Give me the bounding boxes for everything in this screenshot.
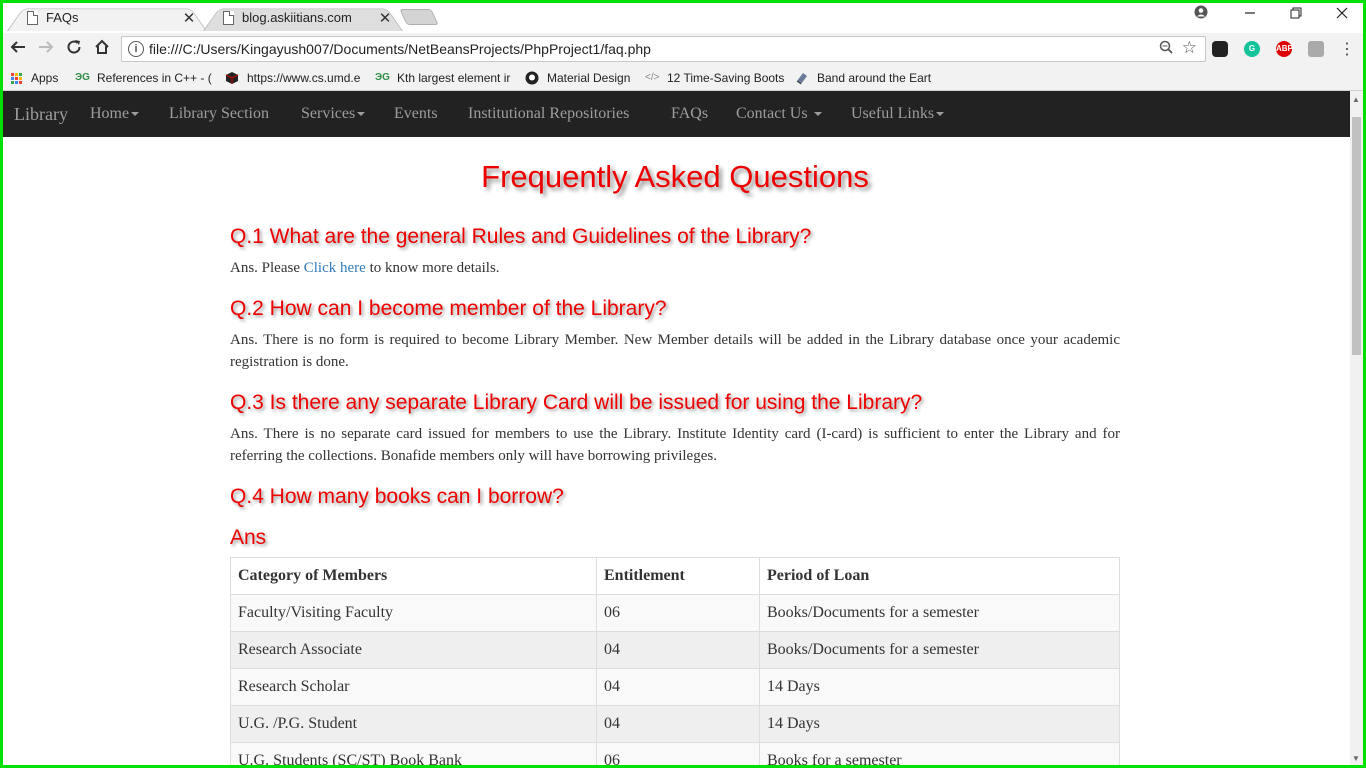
home-button[interactable]: [89, 37, 115, 61]
close-tab-icon[interactable]: ✕: [177, 9, 201, 27]
back-button[interactable]: [5, 37, 31, 61]
nav-useful-links[interactable]: Useful Links: [851, 105, 945, 123]
bookmark-star-icon[interactable]: ☆: [1182, 38, 1197, 58]
address-text[interactable]: file:///C:/Users/Kingayush007/Documents/…: [149, 41, 651, 57]
nav-faqs[interactable]: FAQs: [671, 105, 708, 123]
extension-icon[interactable]: [1308, 41, 1324, 57]
answer-1: Ans. Please Click here to know more deta…: [230, 260, 500, 276]
github-icon: [525, 71, 539, 85]
table-cell: 06: [596, 594, 760, 632]
grammarly-icon[interactable]: G: [1244, 41, 1260, 57]
table-cell: Books/Documents for a semester: [759, 631, 1120, 669]
tab-faqs[interactable]: FAQs ✕: [7, 4, 207, 32]
nav-library-section[interactable]: Library Section: [169, 105, 269, 123]
bookmark-item[interactable]: </> 12 Time-Saving Boots: [645, 71, 784, 85]
table-cell: Research Associate: [230, 631, 597, 669]
bookmark-apps[interactable]: Apps: [11, 71, 58, 85]
window-close-button[interactable]: [1319, 3, 1363, 29]
scroll-up-icon[interactable]: ▲: [1352, 95, 1360, 104]
nav-services[interactable]: Services: [301, 105, 366, 123]
table-cell: 04: [596, 668, 760, 706]
caret-down-icon: [131, 112, 140, 117]
gfg-icon: ЭG: [75, 72, 90, 83]
tab-blog[interactable]: blog.askiitians.com ✕: [203, 4, 403, 32]
cube-icon: [225, 71, 239, 85]
page-title: Frequently Asked Questions: [481, 159, 869, 194]
info-icon[interactable]: i: [128, 41, 144, 57]
answer-2: Ans. There is no form is required to bec…: [230, 332, 1120, 370]
tab-strip: FAQs ✕ blog.askiitians.com ✕: [3, 3, 1363, 33]
table-row: U.G. Students (SC/ST) Book Bank 06 Books…: [230, 742, 1120, 765]
bookmark-item[interactable]: ЭG Kth largest element ir: [375, 71, 510, 85]
scrollbar-thumb[interactable]: [1352, 117, 1361, 355]
reload-button[interactable]: [61, 37, 87, 61]
caret-down-icon: [357, 112, 366, 117]
table-cell: Books for a semester: [759, 742, 1120, 765]
browser-toolbar: i file:///C:/Users/Kingayush007/Document…: [3, 33, 1363, 65]
profile-icon[interactable]: [1178, 3, 1224, 29]
browser-window: FAQs ✕ blog.askiitians.com ✕ i file:///C…: [3, 3, 1363, 765]
table-cell: 04: [596, 631, 760, 669]
new-tab-button[interactable]: [399, 9, 439, 25]
table-cell: Books/Documents for a semester: [759, 594, 1120, 632]
answer-4-heading: Ans: [230, 526, 267, 549]
scroll-down-icon[interactable]: ▼: [1352, 754, 1360, 763]
nav-contact-us[interactable]: Contact Us: [736, 105, 822, 123]
restore-button[interactable]: [1273, 3, 1319, 29]
page-icon: [27, 10, 38, 25]
extension-icon[interactable]: [1212, 41, 1228, 57]
question-4: Q.4 How many books can I borrow?: [230, 485, 564, 508]
table-row: Research Scholar 04 14 Days: [230, 668, 1120, 706]
nav-home[interactable]: Home: [90, 105, 140, 123]
bookmark-item[interactable]: https://www.cs.umd.e: [225, 71, 360, 85]
book-icon: [795, 71, 809, 85]
zoom-icon[interactable]: [1159, 40, 1173, 57]
forward-button[interactable]: [33, 37, 59, 61]
question-1: Q.1 What are the general Rules and Guide…: [230, 225, 812, 248]
table-cell: Faculty/Visiting Faculty: [230, 594, 597, 632]
loan-table: Category of Members Entitlement Period o…: [230, 557, 1120, 765]
column-header: Entitlement: [596, 557, 760, 595]
page-icon: [223, 10, 234, 25]
caret-down-icon: [813, 112, 822, 117]
bookmarks-bar: Apps ЭG References in C++ - ( https://ww…: [3, 65, 1363, 91]
table-cell: 14 Days: [759, 705, 1120, 743]
table-cell: 06: [596, 742, 760, 765]
caret-down-icon: [936, 112, 945, 117]
adblock-icon[interactable]: ABP: [1276, 41, 1293, 57]
table-cell: U.G. /P.G. Student: [230, 705, 597, 743]
answer-3: Ans. There is no separate card issued fo…: [230, 426, 1120, 464]
bookmark-item[interactable]: Band around the Eart: [795, 71, 931, 85]
table-cell: U.G. Students (SC/ST) Book Bank: [230, 742, 597, 765]
tab-title: blog.askiitians.com: [242, 10, 352, 25]
bookmark-item[interactable]: ЭG References in C++ - (: [75, 71, 212, 85]
column-header: Category of Members: [230, 557, 597, 595]
navbar-brand[interactable]: Library: [14, 104, 68, 125]
table-cell: 14 Days: [759, 668, 1120, 706]
rules-link[interactable]: Click here: [304, 260, 366, 276]
question-2: Q.2 How can I become member of the Libra…: [230, 297, 667, 320]
nav-institutional-repositories[interactable]: Institutional Repositories: [468, 105, 629, 123]
site-navbar: Library Home Library Section Services Ev…: [3, 91, 1350, 137]
table-cell: 04: [596, 705, 760, 743]
table-row: Faculty/Visiting Faculty 06 Books/Docume…: [230, 594, 1120, 632]
nav-events[interactable]: Events: [394, 105, 438, 123]
tab-title: FAQs: [46, 10, 79, 25]
question-3: Q.3 Is there any separate Library Card w…: [230, 391, 923, 414]
table-row: U.G. /P.G. Student 04 14 Days: [230, 705, 1120, 743]
menu-icon[interactable]: ⋮: [1339, 39, 1355, 59]
bookmark-item[interactable]: Material Design: [525, 71, 630, 85]
table-cell: Research Scholar: [230, 668, 597, 706]
table-header-row: Category of Members Entitlement Period o…: [230, 557, 1120, 595]
code-icon: </>: [645, 72, 660, 83]
column-header: Period of Loan: [759, 557, 1120, 595]
address-bar[interactable]: i file:///C:/Users/Kingayush007/Document…: [121, 36, 1206, 62]
minimize-button[interactable]: [1227, 3, 1273, 29]
close-tab-icon[interactable]: ✕: [373, 9, 397, 27]
table-row: Research Associate 04 Books/Documents fo…: [230, 631, 1120, 669]
gfg-icon: ЭG: [375, 72, 390, 83]
apps-grid-icon: [11, 72, 22, 84]
page-viewport: Library Home Library Section Services Ev…: [3, 91, 1350, 765]
vertical-scrollbar[interactable]: ▲ ▼: [1350, 91, 1363, 765]
